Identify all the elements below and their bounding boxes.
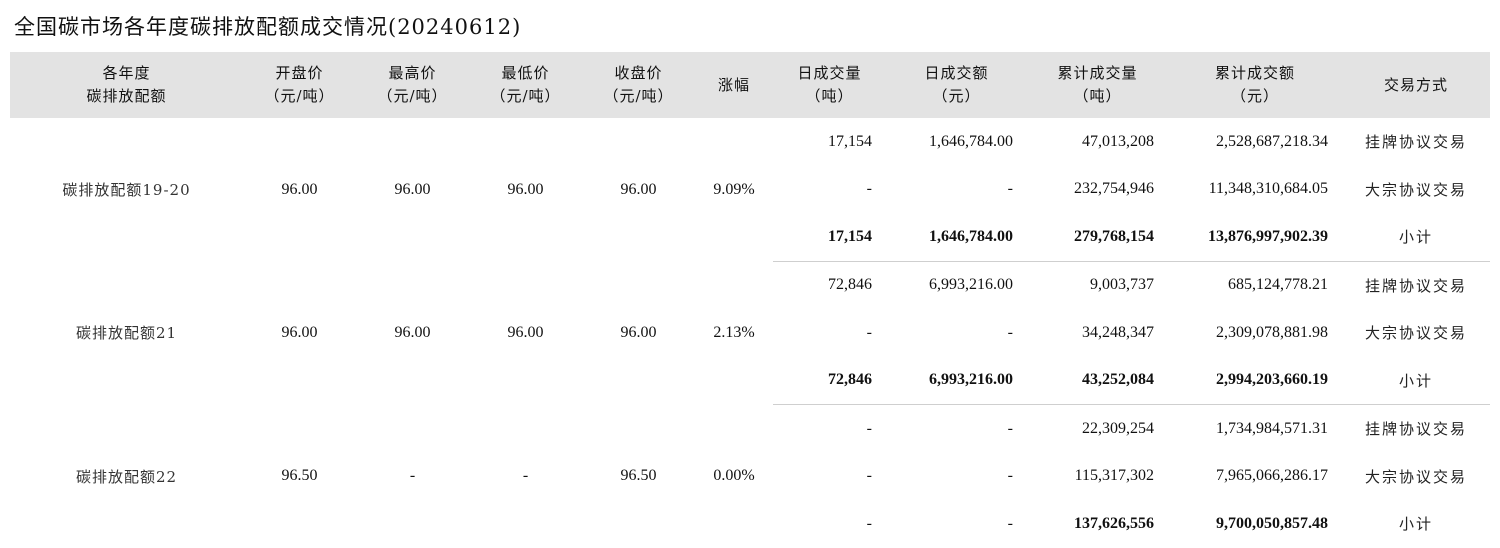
trade-method: 大宗协议交易 (1364, 467, 1467, 486)
trade-method: 大宗协议交易 (1364, 180, 1467, 199)
low-price: 96.00 (507, 323, 544, 341)
subtotal-label: 小计 (1342, 213, 1490, 262)
cumulative-volume-subtotal: 43,252,084 (1027, 356, 1168, 405)
open-price: 96.50 (281, 467, 318, 484)
high-price: 96.00 (394, 180, 431, 198)
close-price: 96.00 (620, 180, 657, 198)
trade-method: 挂牌协议交易 (1364, 133, 1467, 152)
cumulative-amount: 2,528,687,218.34 (1216, 132, 1328, 150)
daily-amount-subtotal: - (1007, 514, 1013, 532)
daily-amount: - (1007, 467, 1013, 485)
low-price: - (522, 467, 529, 484)
daily-volume: - (866, 323, 872, 341)
header-high-price: 最高价 （元/吨） (356, 52, 469, 118)
header-trade-method: 交易方式 (1342, 52, 1490, 118)
cumulative-amount-subtotal: 2,994,203,660.19 (1168, 356, 1342, 405)
daily-amount-subtotal: 6,993,216.00 (886, 356, 1027, 405)
cumulative-volume-subtotal: 279,768,154 (1027, 213, 1168, 262)
subtotal-label: 小计 (1398, 515, 1433, 534)
cumulative-volume: 115,317,302 (1074, 467, 1154, 485)
daily-volume: 72,846 (828, 276, 872, 294)
cumulative-volume: 34,248,347 (1082, 323, 1154, 341)
cumulative-volume: 22,309,254 (1082, 419, 1154, 437)
cumulative-amount: 1,734,984,571.31 (1216, 419, 1328, 437)
allowance-name: 碳排放配额19-20 (62, 181, 191, 199)
cumulative-amount: 685,124,778.21 (1228, 276, 1328, 294)
trade-method: 挂牌协议交易 (1364, 420, 1467, 439)
allowance-name: 碳排放配额21 (75, 324, 178, 343)
open-price: 96.00 (281, 180, 318, 198)
header-cumulative-volume: 累计成交量 （吨） (1027, 52, 1168, 118)
daily-volume-subtotal: 17,154 (773, 213, 886, 262)
trade-method: 挂牌协议交易 (1364, 276, 1467, 295)
daily-volume: - (866, 467, 872, 485)
header-daily-volume: 日成交量 （吨） (773, 52, 886, 118)
cumulative-amount-subtotal: 9,700,050,857.48 (1216, 514, 1328, 532)
daily-amount: 6,993,216.00 (929, 276, 1013, 294)
daily-volume: 17,154 (828, 132, 872, 150)
table-row: 碳排放配额19-20 96.00 96.00 96.00 96.00 9.09%… (10, 118, 1490, 199)
price-change: 2.13% (713, 323, 755, 341)
cumulative-volume-subtotal: 137,626,556 (1074, 514, 1154, 532)
cumulative-amount: 7,965,066,286.17 (1216, 467, 1328, 485)
cumulative-amount-subtotal: 13,876,997,902.39 (1168, 213, 1342, 262)
daily-volume-subtotal: - (866, 514, 872, 532)
daily-amount: - (1007, 180, 1013, 198)
allowance-name: 碳排放配额22 (75, 467, 178, 486)
header-close-price: 收盘价 （元/吨） (582, 52, 695, 118)
header-open-price: 开盘价 （元/吨） (243, 52, 356, 118)
table-header-row: 各年度 碳排放配额 开盘价 （元/吨） 最高价 （元/吨） 最低价 （元/吨） 收盘价（… (10, 52, 1490, 118)
daily-amount: - (1007, 323, 1013, 341)
daily-volume: - (866, 419, 872, 437)
daily-amount: - (1007, 419, 1013, 437)
daily-amount-subtotal: 1,646,784.00 (886, 213, 1027, 262)
table-row: 碳排放配额22 96.50 - - 96.50 0.00% - - 22,309… (10, 405, 1490, 486)
close-price: 96.50 (620, 467, 657, 484)
cumulative-amount: 11,348,310,684.05 (1208, 180, 1328, 198)
cumulative-volume: 9,003,737 (1090, 276, 1154, 294)
daily-volume: - (866, 180, 872, 198)
close-price: 96.00 (620, 323, 657, 341)
daily-volume-subtotal: 72,846 (773, 356, 886, 405)
price-change: 0.00% (713, 467, 755, 484)
header-daily-amount: 日成交额 （元） (886, 52, 1027, 118)
low-price: 96.00 (507, 180, 544, 198)
header-cumulative-amount: 累计成交额 （元） (1168, 52, 1342, 118)
high-price: - (409, 467, 416, 484)
daily-amount: 1,646,784.00 (929, 132, 1013, 150)
header-change: 涨幅 (695, 52, 773, 118)
table-row: 碳排放配额21 96.00 96.00 96.00 96.00 2.13% 72… (10, 261, 1490, 342)
header-low-price: 最低价 （元/吨） (469, 52, 582, 118)
open-price: 96.00 (281, 323, 318, 341)
subtotal-label: 小计 (1342, 356, 1490, 405)
carbon-trading-table: 各年度 碳排放配额 开盘价 （元/吨） 最高价 （元/吨） 最低价 （元/吨） 收盘价（… (10, 52, 1490, 548)
cumulative-amount: 2,309,078,881.98 (1216, 323, 1328, 341)
header-allowance-year: 各年度 碳排放配额 (10, 52, 243, 118)
price-change: 9.09% (713, 180, 755, 198)
high-price: 96.00 (394, 323, 431, 341)
cumulative-volume: 232,754,946 (1074, 180, 1154, 198)
page-title: 全国碳市场各年度碳排放配额成交情况(20240612) (14, 15, 522, 39)
trade-method: 大宗协议交易 (1364, 324, 1467, 343)
cumulative-volume: 47,013,208 (1082, 132, 1154, 150)
